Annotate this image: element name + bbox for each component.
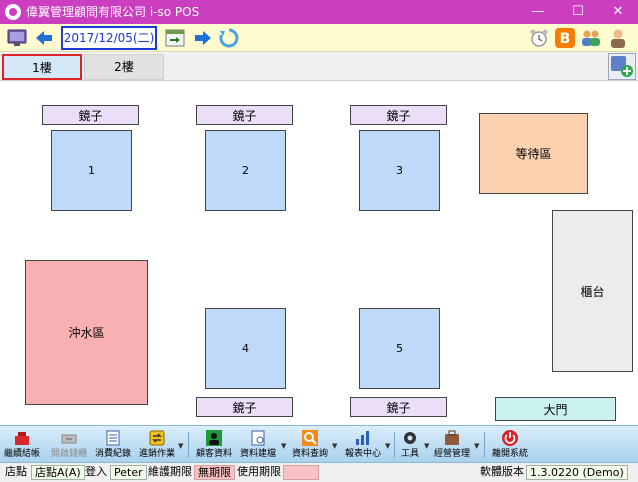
- data-query-label: 資料查詢: [291, 449, 328, 459]
- toolbar: 2017/12/05(二) B: [0, 24, 638, 52]
- customer-data-button[interactable]: 顧客資料: [194, 427, 234, 463]
- continue-checkout-button[interactable]: 繼續結帳: [3, 427, 41, 463]
- report-icon: [356, 431, 369, 445]
- seat-3[interactable]: 3: [359, 130, 440, 211]
- add-table-icon[interactable]: [608, 53, 636, 80]
- maximize-button[interactable]: ☐: [558, 0, 598, 24]
- separator: [394, 432, 395, 458]
- main-door[interactable]: 大門: [495, 397, 616, 421]
- floor-plan: 鏡子 鏡子 鏡子 1 2 3 等待區 櫃台 沖水區 4 5 鏡子 鏡子 大門: [0, 81, 638, 425]
- usage-period-value: [283, 465, 319, 480]
- query-icon: [302, 430, 318, 446]
- status-bar: 店點 店點A(A) 登入 Peter 維護期限 無期限 使用期限 軟體版本 1.…: [0, 463, 638, 482]
- inventory-icon: [149, 430, 165, 446]
- users-group-icon[interactable]: [580, 27, 602, 49]
- seat-4[interactable]: 4: [205, 308, 286, 389]
- mirror-station: 鏡子: [350, 105, 447, 125]
- maintenance-label: 維護期限: [148, 465, 192, 478]
- open-cash-drawer-button[interactable]: 開啟錢櫃: [44, 427, 94, 463]
- inventory-operations-button[interactable]: 進銷作業: [138, 427, 176, 463]
- tools-button[interactable]: 工具: [398, 427, 422, 463]
- blogger-icon[interactable]: B: [554, 27, 576, 49]
- waiting-area[interactable]: 等待區: [479, 113, 588, 194]
- business-management-label: 經營管理: [433, 449, 470, 459]
- data-entry-dropdown-icon[interactable]: ▼: [281, 442, 286, 450]
- svg-text:B: B: [560, 31, 571, 47]
- inventory-operations-label: 進銷作業: [138, 449, 175, 459]
- monitor-icon[interactable]: [6, 27, 28, 49]
- exit-power-icon: [502, 430, 518, 446]
- maintenance-value: 無期限: [194, 465, 235, 480]
- seat-2[interactable]: 2: [205, 130, 286, 211]
- seat-5[interactable]: 5: [359, 308, 440, 389]
- cash-drawer-icon: [61, 434, 77, 444]
- store-value: 店點A(A): [31, 465, 85, 480]
- store-label: 店點: [5, 465, 27, 478]
- record-list-icon: [106, 430, 120, 446]
- jump-to-date-icon[interactable]: [164, 27, 186, 49]
- data-query-dropdown-icon[interactable]: ▼: [332, 442, 337, 450]
- data-entry-button[interactable]: 資料建檔: [238, 427, 278, 463]
- software-version-value: 1.3.0220 (Demo): [526, 465, 628, 480]
- title-bar: 偉翼管理顧問有限公司 i-so POS — ☐ ✕: [0, 0, 638, 24]
- window-title: 偉翼管理顧問有限公司 i-so POS: [26, 5, 200, 19]
- consumption-record-label: 消費紀錄: [94, 449, 131, 459]
- login-user-value: Peter: [110, 465, 147, 480]
- software-version-label: 軟體版本: [480, 465, 524, 478]
- login-label: 登入: [85, 465, 107, 478]
- usage-period-label: 使用期限: [237, 465, 281, 478]
- data-entry-label: 資料建檔: [239, 449, 276, 459]
- tab-floor-2[interactable]: 2樓: [84, 54, 164, 80]
- tools-dropdown-icon[interactable]: ▼: [424, 442, 429, 450]
- report-dropdown-icon[interactable]: ▼: [385, 442, 390, 450]
- inventory-dropdown-icon[interactable]: ▼: [178, 442, 183, 450]
- customer-icon: [206, 430, 222, 446]
- floor-tabs: 1樓 2樓: [0, 52, 638, 81]
- minimize-button[interactable]: —: [518, 0, 558, 24]
- management-dropdown-icon[interactable]: ▼: [474, 442, 479, 450]
- shower-area[interactable]: 沖水區: [25, 260, 148, 405]
- exit-system-button[interactable]: 離開系統: [490, 427, 530, 463]
- mirror-station: 鏡子: [350, 397, 447, 417]
- refresh-icon[interactable]: [218, 27, 240, 49]
- date-display[interactable]: 2017/12/05(二): [61, 26, 157, 50]
- open-cash-drawer-label: 開啟錢櫃: [50, 449, 87, 459]
- alarm-clock-icon[interactable]: [528, 27, 550, 49]
- separator: [188, 432, 189, 458]
- report-center-label: 報表中心: [344, 449, 381, 459]
- close-button[interactable]: ✕: [598, 0, 638, 24]
- counter-area[interactable]: 櫃台: [552, 210, 633, 372]
- tab-floor-1[interactable]: 1樓: [2, 54, 82, 80]
- user-profile-icon[interactable]: [607, 27, 629, 49]
- tools-gear-icon: [404, 432, 416, 444]
- exit-system-label: 離開系統: [491, 449, 528, 459]
- customer-data-label: 顧客資料: [195, 449, 232, 459]
- consumption-record-button[interactable]: 消費紀錄: [94, 427, 132, 463]
- business-management-button[interactable]: 經營管理: [432, 427, 472, 463]
- cash-register-icon: [15, 432, 29, 445]
- tools-label: 工具: [400, 449, 419, 459]
- mirror-station: 鏡子: [196, 105, 293, 125]
- separator: [484, 432, 485, 458]
- previous-day-arrow-icon[interactable]: [33, 27, 55, 49]
- mirror-station: 鏡子: [42, 105, 139, 125]
- report-center-button[interactable]: 報表中心: [343, 427, 383, 463]
- management-icon: [445, 430, 459, 445]
- next-day-arrow-icon[interactable]: [192, 27, 214, 49]
- app-logo-icon: [5, 4, 21, 20]
- continue-checkout-label: 繼續結帳: [3, 449, 40, 459]
- data-query-button[interactable]: 資料查詢: [290, 427, 330, 463]
- function-bar: 繼續結帳 開啟錢櫃 消費紀錄 進銷作業 ▼ 顧客資料 資料建檔 ▼ 資料查詢 ▼…: [0, 425, 638, 463]
- data-entry-icon: [251, 430, 265, 446]
- mirror-station: 鏡子: [196, 397, 293, 417]
- seat-1[interactable]: 1: [51, 130, 132, 211]
